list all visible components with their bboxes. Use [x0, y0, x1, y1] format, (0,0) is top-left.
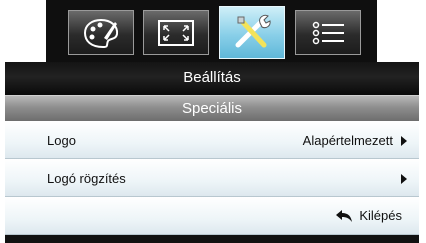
menu-item-logo-capture[interactable]: Logó rögzítés [5, 159, 419, 197]
chevron-right-icon [401, 136, 407, 146]
exit-button[interactable]: Kilépés [335, 208, 402, 223]
menu-title: Beállítás [5, 62, 419, 95]
menu-item-logo[interactable]: Logo Alapértelmezett [5, 121, 419, 159]
menu-tab-bar [46, 0, 377, 62]
return-arrow-icon [336, 209, 353, 222]
menu-item-value: Alapértelmezett [302, 133, 393, 148]
menu-subtitle: Speciális [5, 95, 419, 121]
tab-image[interactable] [68, 10, 134, 55]
list-icon [312, 21, 344, 44]
tab-display[interactable] [143, 10, 209, 55]
fullscreen-icon [158, 19, 194, 46]
menu-panel: Beállítás Speciális Logo Alapértelmezett… [5, 62, 419, 243]
tab-setup[interactable] [219, 6, 285, 59]
exit-label: Kilépés [359, 208, 402, 223]
menu-item-exit[interactable]: Kilépés [5, 197, 419, 235]
menu-item-label: Logó rögzítés [47, 171, 126, 186]
tools-icon [235, 14, 271, 47]
palette-icon [83, 18, 119, 48]
tab-options[interactable] [295, 10, 361, 55]
chevron-right-icon [401, 174, 407, 184]
menu-item-label: Logo [47, 133, 76, 148]
